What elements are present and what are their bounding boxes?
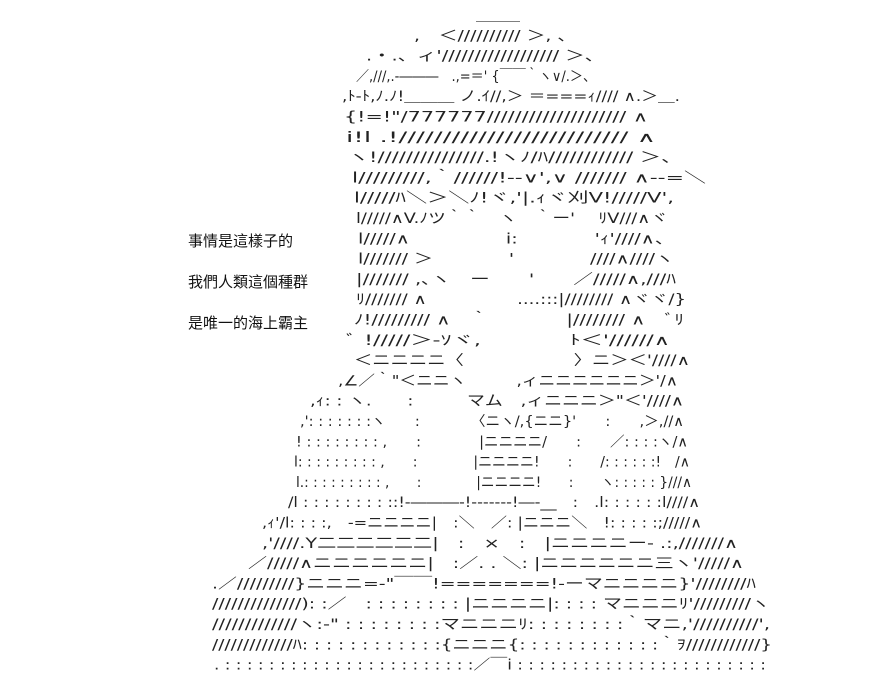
ascii-art-line: /////////////ﾊ: : : : : : : : : : : :{ニニ… <box>212 635 772 653</box>
ascii-art-line: /////////////ヽ:-" : : : : : : : :マニニニﾘ: … <box>212 615 770 633</box>
ascii-art-line: /l : : : : : : : : ::!‐―――‐!‐------!―‐__… <box>288 495 700 511</box>
ascii-art-line: ,ｨ: : ヽ. : マム ,ィニニニ＞"＜'////∧ <box>310 394 684 410</box>
caption-line-2: 我們人類這個種群 <box>188 273 309 291</box>
ascii-art-line: ／/////∧ニニニニニニ| :／. . ＼: |ニニニニニニ三ヽ'/////∧ <box>248 556 744 572</box>
ascii-art-line: .・.、ィ'////////////////// ＞、 <box>366 49 604 65</box>
ascii-art-line: {!=!"/777777//////////////////// ∧ <box>344 110 648 126</box>
ascii-art-line: ＿＿＿＿ <box>476 8 520 24</box>
ascii-art-line: l/////ﾊ＼＞＼ﾉ!ヾ,'|.ｨヾ刈V!/////V', <box>354 191 674 207</box>
ascii-art-line: ヽ!///////////////.!ヽﾉ/ﾊ//////////// ＞、 <box>348 150 682 166</box>
ascii-art-line: l.: : : : : : : : : , : |ニニニニ! : ヽ: : : … <box>296 475 692 491</box>
ascii-art-line: ／,///,.-――― .,=＝' {￣￣｀ヽ∨/.＞、 <box>356 67 596 85</box>
ascii-art-line: .／/////////}ニニニ=‐"￣￣!=======!‐ーマニニニニ}'//… <box>212 576 756 592</box>
caption-line-3: 是唯一的海上霸主 <box>188 314 309 332</box>
ascii-art-line: l/////∧ i: 'ｨ'////∧、 <box>358 231 674 247</box>
ascii-art-line: ,ｨ'/l: : : :, -=ニニニニ| :＼ ／: |ニニニ＼ !: : :… <box>262 516 702 532</box>
ascii-art-line: ,ﾄ‐ﾄ,ﾉ.ﾉ!＿＿＿ ノ.ｲ//,＞ ＝===ｨ//// ∧.＞＿. <box>342 89 680 105</box>
ascii-art-line: ,∠／｀"＜ニニヽ ,ィニニニニニニ＞'/∧ <box>338 371 678 389</box>
ascii-art-line: l/////// ＞ ' ////∧////ヽ <box>358 252 674 268</box>
ascii-art-line: l: : : : : : : : : , : |ニニニニ! : /: : : :… <box>294 455 690 471</box>
ascii-art-line: ＜ニニニニ〈 〉ニ＞＜'////∧ <box>354 353 690 369</box>
ascii-art-line: , ＜////////// ＞, 、 <box>414 28 576 44</box>
ascii-art-line: l/////∧V.ﾉツ｀｀ ヽ ｀ー' ﾘV///∧ヾ <box>356 209 668 227</box>
ascii-art-line: l/////////,｀//////!‐-∨',∨ /////// ∧‐-=＼ <box>352 168 706 186</box>
ascii-art-line: ,'////.Y二二二二二二| : × : |ニニニニー‐ .:,///////… <box>262 536 738 552</box>
ascii-art-line: ! : : : : : : : : , : |ニニニニ/ : ／: : : :ヽ… <box>296 434 688 450</box>
ascii-art-line: ,': : : : : : :ヽ : 〈ニヽ/,{ニニ}' : ,＞,//∧ <box>300 414 684 430</box>
ascii-art-line: //////////////): :／ : : : : : : : : |ニニニ… <box>212 597 770 613</box>
ascii-art-line: . : : : : : : : : : : : : : : : : : : : … <box>214 658 766 674</box>
ascii-art-line: ﾉ!///////// ∧ ｀ |//////// ∧ ﾞﾘ <box>354 311 684 329</box>
ascii-art-line: ﾘ/////// ∧ ....:::|//////// ∧ヾヾ/} <box>356 292 686 308</box>
ascii-art-line: |/////// ,､ヽ ー ' ／/////∧,///ﾊ <box>356 272 676 288</box>
ascii-art-line: ﾞ !/////＞‐ｿヾ, ﾄ＜'//////∧ <box>346 333 670 349</box>
caption-line-1: 事情是這樣子的 <box>188 232 294 250</box>
ascii-art-line: i!l .!////////////////////////// ∧ <box>346 130 656 146</box>
ascii-art-figure: ＿＿＿＿ , ＜////////// ＞, 、 .・.、ィ'////////////… <box>212 8 772 674</box>
